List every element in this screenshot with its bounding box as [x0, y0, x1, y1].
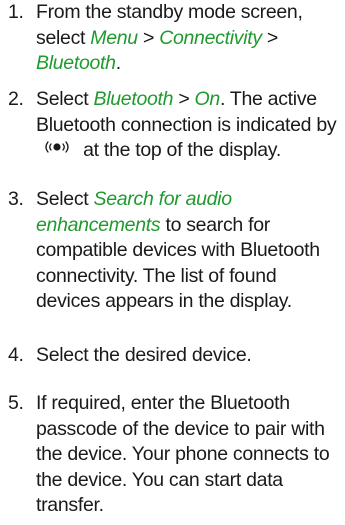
step-5: 5. If required, enter the Bluetooth pass…: [0, 391, 345, 519]
step-text-end: .: [115, 52, 121, 75]
menu-path-connectivity: Connectivity: [159, 26, 262, 49]
step-text: Select the desired device.: [36, 344, 252, 366]
menu-separator: >: [261, 26, 279, 49]
step-number: 2.: [8, 88, 24, 110]
menu-path-bluetooth: Bluetooth: [93, 88, 174, 110]
step-number: 3.: [8, 188, 24, 210]
step-3: 3. Select Search for audio enhancements …: [0, 187, 345, 315]
menu-path-menu: Menu: [90, 26, 138, 49]
step-text: at the top of the display.: [83, 139, 281, 162]
menu-separator: >: [173, 88, 195, 110]
menu-path-on: On: [194, 88, 221, 110]
step-2: 2. Select Bluetooth > On. The active Blu…: [0, 87, 345, 164]
step-text: Select: [36, 88, 94, 110]
menu-separator: >: [137, 26, 160, 49]
step-number: 4.: [8, 344, 24, 366]
menu-path-bluetooth: Bluetooth: [36, 52, 116, 75]
step-1: 1. From the standby mode screen, select …: [0, 0, 345, 77]
step-text: Select: [36, 188, 94, 210]
step-number: 1.: [8, 1, 24, 23]
step-4: 4. Select the desired device.: [0, 343, 260, 369]
step-text: If required, enter the Bluetooth passcod…: [36, 392, 330, 517]
step-number: 5.: [8, 392, 24, 414]
bluetooth-active-icon: [45, 141, 69, 153]
